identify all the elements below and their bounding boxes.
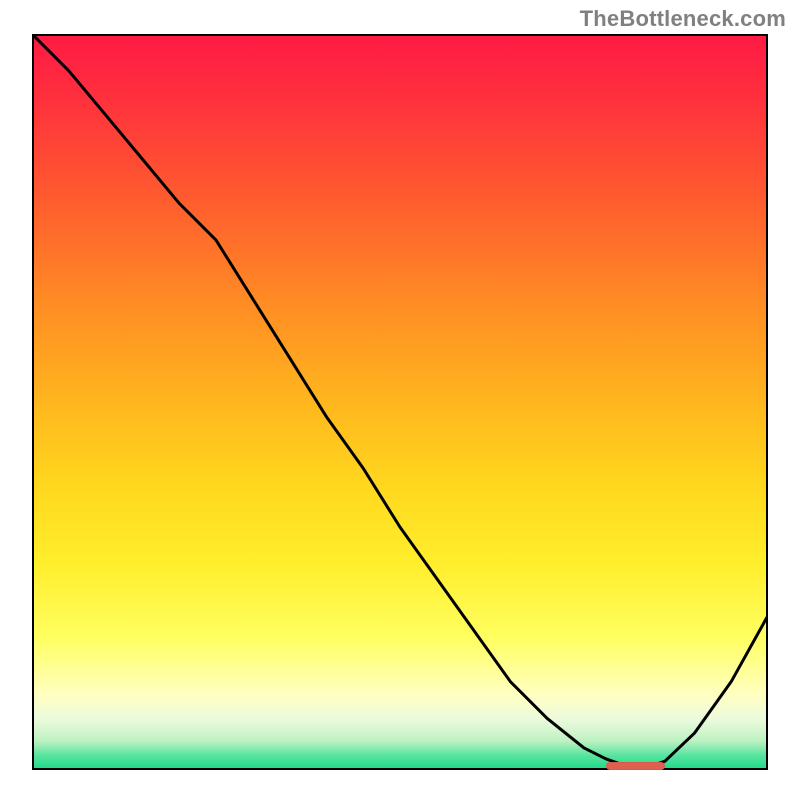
chart-gradient-background bbox=[32, 34, 768, 770]
valley-marker bbox=[606, 762, 665, 770]
attribution-text: TheBottleneck.com bbox=[580, 6, 786, 32]
